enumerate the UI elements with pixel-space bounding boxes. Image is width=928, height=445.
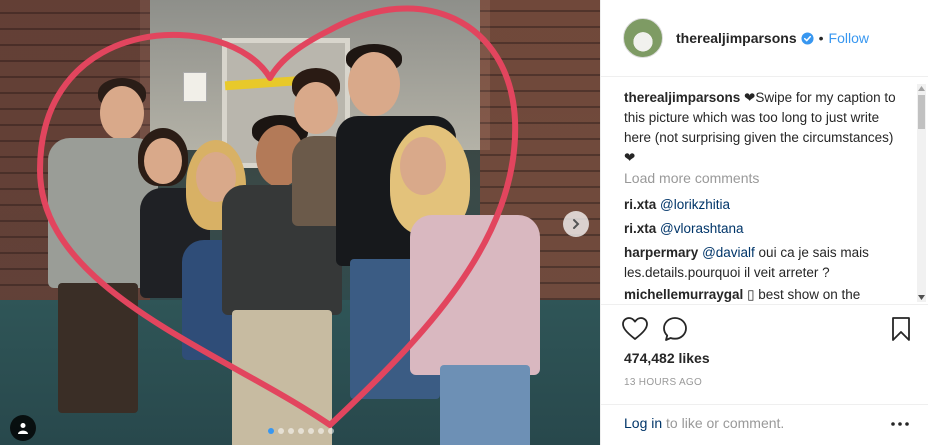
comment-item: ri.xta @vlorashtana — [624, 219, 904, 239]
carousel-dot — [308, 428, 314, 434]
post-footer: Log in to like or comment. — [601, 404, 928, 445]
carousel-dot — [328, 428, 334, 434]
carousel-dot — [278, 428, 284, 434]
more-options-button[interactable] — [889, 413, 911, 435]
bookmark-icon — [892, 317, 910, 341]
comment-mention[interactable]: @davialf — [702, 245, 755, 260]
follow-button[interactable]: Follow — [829, 30, 869, 46]
chevron-right-icon — [573, 219, 580, 229]
comment-username[interactable]: ri.xta — [624, 197, 656, 212]
post-photo[interactable] — [0, 0, 600, 445]
comment-username[interactable]: harpermary — [624, 245, 698, 260]
scroll-down-arrow-icon[interactable] — [917, 293, 926, 302]
carousel-dot — [288, 428, 294, 434]
heart-outline-icon — [622, 317, 648, 340]
carousel-dot — [318, 428, 324, 434]
scroll-up-arrow-icon[interactable] — [917, 84, 926, 93]
comment-text: ▯ best show on the — [743, 287, 861, 302]
like-button[interactable] — [621, 315, 649, 343]
carousel-dot — [298, 428, 304, 434]
comment-username[interactable]: michellemurraygal — [624, 287, 743, 302]
save-button[interactable] — [887, 315, 915, 343]
post-timestamp: 13 HOURS AGO — [624, 377, 703, 388]
carousel-indicator — [268, 428, 334, 434]
avatar[interactable] — [623, 18, 663, 58]
comment-bubble-icon — [663, 317, 687, 341]
user-tag-icon — [18, 423, 28, 434]
user-tag-button[interactable] — [10, 415, 36, 441]
login-link[interactable]: Log in — [624, 415, 662, 431]
post-actions: 474,482 likes 13 HOURS AGO — [601, 304, 928, 404]
more-options-icon — [891, 422, 909, 426]
scrollbar-thumb[interactable] — [918, 95, 925, 129]
load-more-comments-button[interactable]: Load more comments — [624, 170, 759, 186]
login-prompt: Log in to like or comment. — [624, 415, 784, 431]
comment-item: michellemurraygal ▯ best show on the — [624, 285, 904, 304]
photo-sign — [183, 72, 207, 102]
verified-badge-icon — [801, 31, 814, 45]
comment-mention[interactable]: @lorikzhitia — [660, 197, 730, 212]
comments-list: therealjimparsons ❤Swipe for my caption … — [601, 78, 928, 304]
next-image-button[interactable] — [563, 211, 589, 237]
comment-username[interactable]: ri.xta — [624, 221, 656, 236]
carousel-dot — [268, 428, 274, 434]
comment-mention[interactable]: @vlorashtana — [660, 221, 744, 236]
comment-button[interactable] — [661, 315, 689, 343]
caption: therealjimparsons ❤Swipe for my caption … — [624, 88, 904, 168]
post-side-panel: therealjimparsons • Follow therealjimpar… — [600, 0, 928, 445]
likes-count[interactable]: 474,482 likes — [624, 350, 710, 366]
comment-item: harpermary @davialf oui ca je sais mais … — [624, 243, 904, 283]
comments-scrollbar[interactable] — [917, 84, 926, 302]
login-suffix: to like or comment. — [662, 415, 785, 431]
author-username[interactable]: therealjimparsons — [676, 30, 797, 46]
post-header: therealjimparsons • Follow — [601, 0, 928, 77]
header-separator: • — [818, 30, 824, 46]
comment-username[interactable]: therealjimparsons — [624, 90, 740, 105]
comment-item: ri.xta @lorikzhitia — [624, 195, 904, 215]
